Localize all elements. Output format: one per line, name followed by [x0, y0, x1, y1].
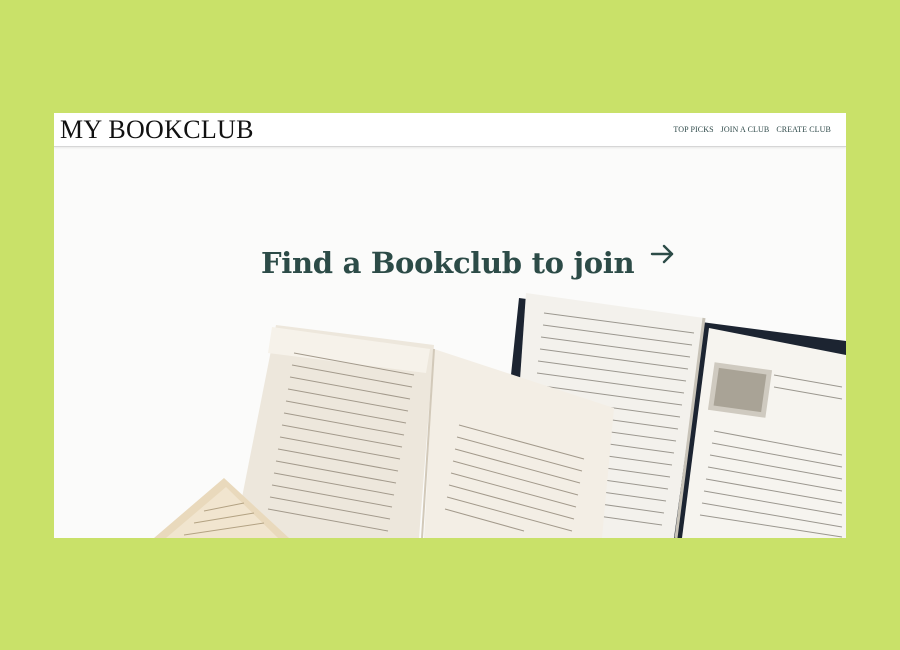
browser-page: MY BOOKCLUB TOP PICKS JOIN A CLUB CREATE…	[54, 113, 846, 538]
brand-logo[interactable]: MY BOOKCLUB	[60, 116, 254, 144]
hero-books-image	[154, 293, 846, 538]
nav-create-club[interactable]: CREATE CLUB	[776, 125, 831, 134]
hero-cta-link[interactable]: Find a Bookclub to join	[261, 243, 676, 283]
arrow-right-icon	[650, 244, 674, 264]
nav-top-picks[interactable]: TOP PICKS	[673, 125, 713, 134]
top-navbar: MY BOOKCLUB TOP PICKS JOIN A CLUB CREATE…	[54, 113, 846, 147]
nav-join-a-club[interactable]: JOIN A CLUB	[721, 125, 770, 134]
nav-links: TOP PICKS JOIN A CLUB CREATE CLUB	[673, 125, 831, 134]
hero-heading: Find a Bookclub to join	[261, 246, 635, 280]
